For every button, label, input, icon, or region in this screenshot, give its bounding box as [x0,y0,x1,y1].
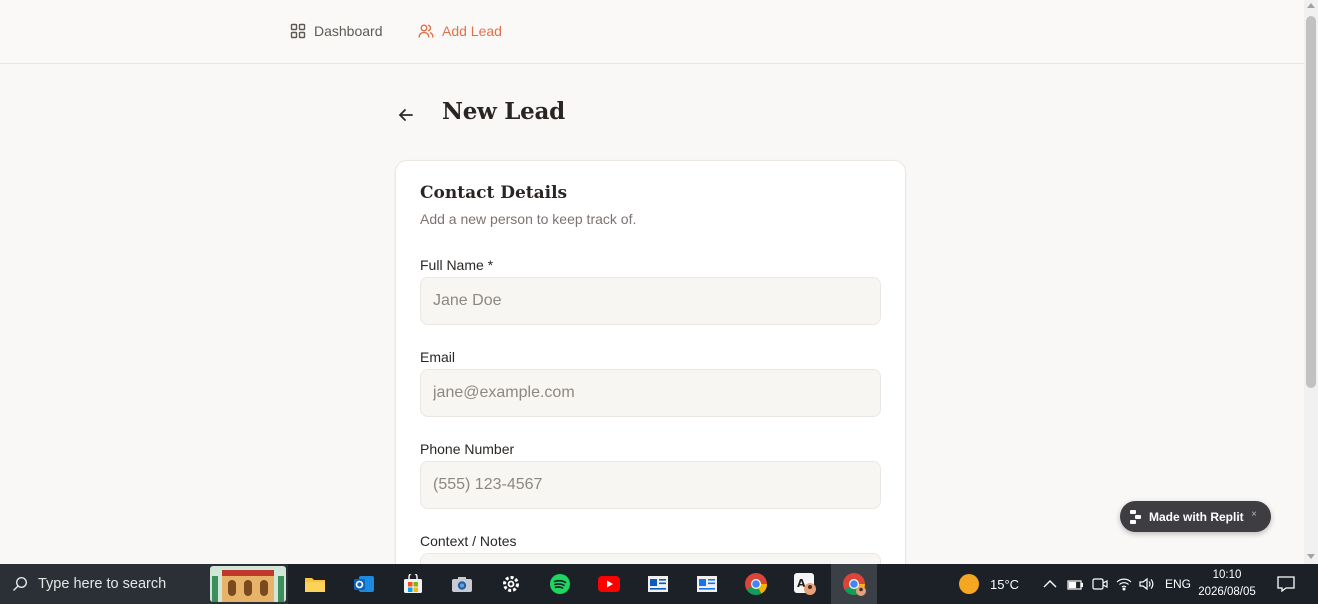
file-explorer-icon[interactable] [301,570,329,598]
full-name-input[interactable] [420,277,881,325]
settings-gear-icon[interactable] [497,570,525,598]
card-subtitle: Add a new person to keep track of. [420,211,637,227]
clock-time: 10:10 [1212,569,1242,581]
weather-widget[interactable]: 15°C [958,564,1019,604]
phone-input[interactable] [420,461,881,509]
back-button[interactable] [394,103,418,127]
spotify-icon[interactable] [546,570,574,598]
replit-badge-close-button[interactable]: × [1251,509,1257,520]
chrome-profile-icon[interactable] [840,570,868,598]
replit-badge-label: Made with Replit [1149,509,1244,524]
language-indicator[interactable]: ENG [1165,564,1191,604]
sun-icon [959,574,979,594]
search-icon [13,576,28,591]
taskbar: Type here to search A 15°C ENG 10:10 202… [0,564,1318,604]
news-app-icon[interactable] [644,570,672,598]
nav-item-dashboard[interactable]: Dashboard [290,20,383,42]
youtube-icon[interactable] [595,570,623,598]
outlook-icon[interactable] [350,570,378,598]
scrollbar-thumb[interactable] [1306,16,1316,388]
notes-label: Context / Notes [420,533,517,549]
translator-app-icon[interactable]: A [791,570,819,598]
replit-logo-icon [1130,509,1142,524]
scroll-up-arrow-icon[interactable] [1307,3,1315,8]
chrome-icon[interactable] [742,570,770,598]
card-title: Contact Details [420,183,568,203]
notifications-button[interactable] [1277,564,1295,604]
phone-label: Phone Number [420,441,515,457]
email-input[interactable] [420,369,881,417]
battery-icon[interactable] [1067,564,1083,604]
notification-icon [1277,576,1295,592]
full-name-label: Full Name * [420,257,494,273]
show-hidden-icons-button[interactable] [1043,564,1057,604]
camera-icon[interactable] [448,570,476,598]
grid-icon [290,23,306,39]
top-nav: Dashboard Add Lead [0,0,1304,64]
scroll-down-arrow-icon[interactable] [1307,554,1315,559]
weather-temperature: 15°C [990,576,1020,592]
language-label: ENG [1165,577,1192,591]
clock-date: 2026/08/05 [1198,586,1256,598]
microsoft-store-icon[interactable] [399,570,427,598]
nav-item-label: Add Lead [442,23,502,39]
wifi-icon[interactable] [1116,564,1132,604]
arrow-left-icon [399,109,413,121]
volume-icon[interactable] [1138,564,1154,604]
made-with-replit-badge[interactable]: Made with Replit × [1120,501,1271,532]
taskbar-clock[interactable]: 10:10 2026/08/05 [1196,567,1258,601]
nav-item-label: Dashboard [314,23,383,39]
news-app-secondary-icon[interactable] [693,570,721,598]
nav-item-add-lead[interactable]: Add Lead [418,20,502,42]
users-icon [418,24,434,38]
taskbar-search-placeholder: Type here to search [38,576,167,592]
chevron-up-icon [1043,580,1057,588]
meet-now-icon[interactable] [1092,564,1108,604]
page-title: New Lead [442,98,565,125]
email-label: Email [420,349,456,365]
taskbar-search-box[interactable]: Type here to search [0,564,288,604]
page-scrollbar[interactable] [1304,0,1318,564]
contact-details-card: Contact Details Add a new person to keep… [395,160,906,601]
search-highlight-illustration-icon [210,566,286,602]
